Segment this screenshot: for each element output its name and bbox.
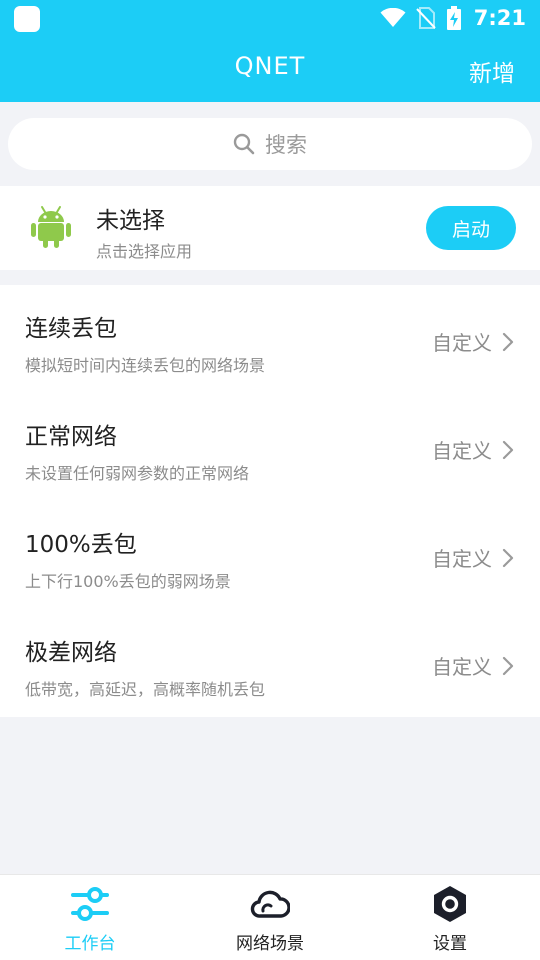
search-icon (233, 133, 255, 155)
no-sim-icon (416, 7, 436, 29)
page-title: QNET (234, 52, 306, 80)
hexagon-gear-icon (432, 885, 468, 923)
scenario-customize-action[interactable]: 自定义 (432, 327, 514, 356)
scenario-description: 上下行100%丢包的弱网场景 (25, 572, 231, 591)
status-bar-icons: 7:21 (380, 4, 526, 32)
bottom-nav: 工作台 网络场景 设置 (0, 874, 540, 960)
scenario-list: 连续丢包 模拟短时间内连续丢包的网络场景 自定义 正常网络 未设置任何弱网参数的… (0, 285, 540, 717)
sliders-icon (70, 885, 110, 923)
tab-label: 工作台 (64, 934, 116, 954)
app-header: 7:21 QNET 新增 (0, 0, 540, 102)
tab-label: 设置 (433, 934, 467, 954)
app-root: 7:21 QNET 新增 搜索 未选择 点击选择应用 启动 连续丢包 模拟短时间… (0, 0, 540, 960)
android-icon (31, 206, 71, 248)
scenario-item-normal-network[interactable]: 正常网络 未设置任何弱网参数的正常网络 自定义 (0, 393, 540, 501)
search-bar[interactable]: 搜索 (8, 118, 532, 170)
scenario-item-continuous-loss[interactable]: 连续丢包 模拟短时间内连续丢包的网络场景 自定义 (0, 285, 540, 393)
scenario-title: 连续丢包 (25, 316, 117, 342)
scenario-title: 极差网络 (25, 640, 117, 666)
battery-charging-icon (446, 6, 461, 30)
scenario-description: 未设置任何弱网参数的正常网络 (25, 464, 250, 483)
tab-workbench[interactable]: 工作台 (0, 875, 180, 960)
app-selector-title: 未选择 (96, 208, 165, 234)
chevron-right-icon (502, 656, 514, 675)
add-button[interactable]: 新增 (469, 54, 515, 88)
wifi-icon (380, 8, 406, 27)
start-button[interactable]: 启动 (426, 206, 516, 250)
cloud-icon (250, 885, 290, 923)
scenario-customize-action[interactable]: 自定义 (432, 651, 514, 680)
tab-label: 网络场景 (236, 934, 304, 954)
customize-label: 自定义 (432, 655, 492, 679)
app-selector-subtitle: 点击选择应用 (96, 242, 193, 261)
customize-label: 自定义 (432, 331, 492, 355)
scenario-item-poor-network[interactable]: 极差网络 低带宽，高延迟，高概率随机丢包 自定义 (0, 609, 540, 717)
scenario-description: 模拟短时间内连续丢包的网络场景 (25, 356, 266, 375)
scenario-item-full-loss[interactable]: 100%丢包 上下行100%丢包的弱网场景 自定义 (0, 501, 540, 609)
scenario-customize-action[interactable]: 自定义 (432, 543, 514, 572)
scenario-title: 正常网络 (25, 424, 117, 450)
scenario-description: 低带宽，高延迟，高概率随机丢包 (25, 680, 266, 699)
app-selector-card[interactable]: 未选择 点击选择应用 启动 (0, 186, 540, 270)
notification-icon (14, 6, 40, 32)
chevron-right-icon (502, 440, 514, 459)
customize-label: 自定义 (432, 547, 492, 571)
chevron-right-icon (502, 332, 514, 351)
status-time: 7:21 (473, 6, 526, 30)
tab-network-scenarios[interactable]: 网络场景 (180, 875, 360, 960)
scenario-title: 100%丢包 (25, 532, 137, 558)
search-placeholder: 搜索 (265, 133, 307, 157)
tab-settings[interactable]: 设置 (360, 875, 540, 960)
customize-label: 自定义 (432, 439, 492, 463)
scenario-customize-action[interactable]: 自定义 (432, 435, 514, 464)
chevron-right-icon (502, 548, 514, 567)
